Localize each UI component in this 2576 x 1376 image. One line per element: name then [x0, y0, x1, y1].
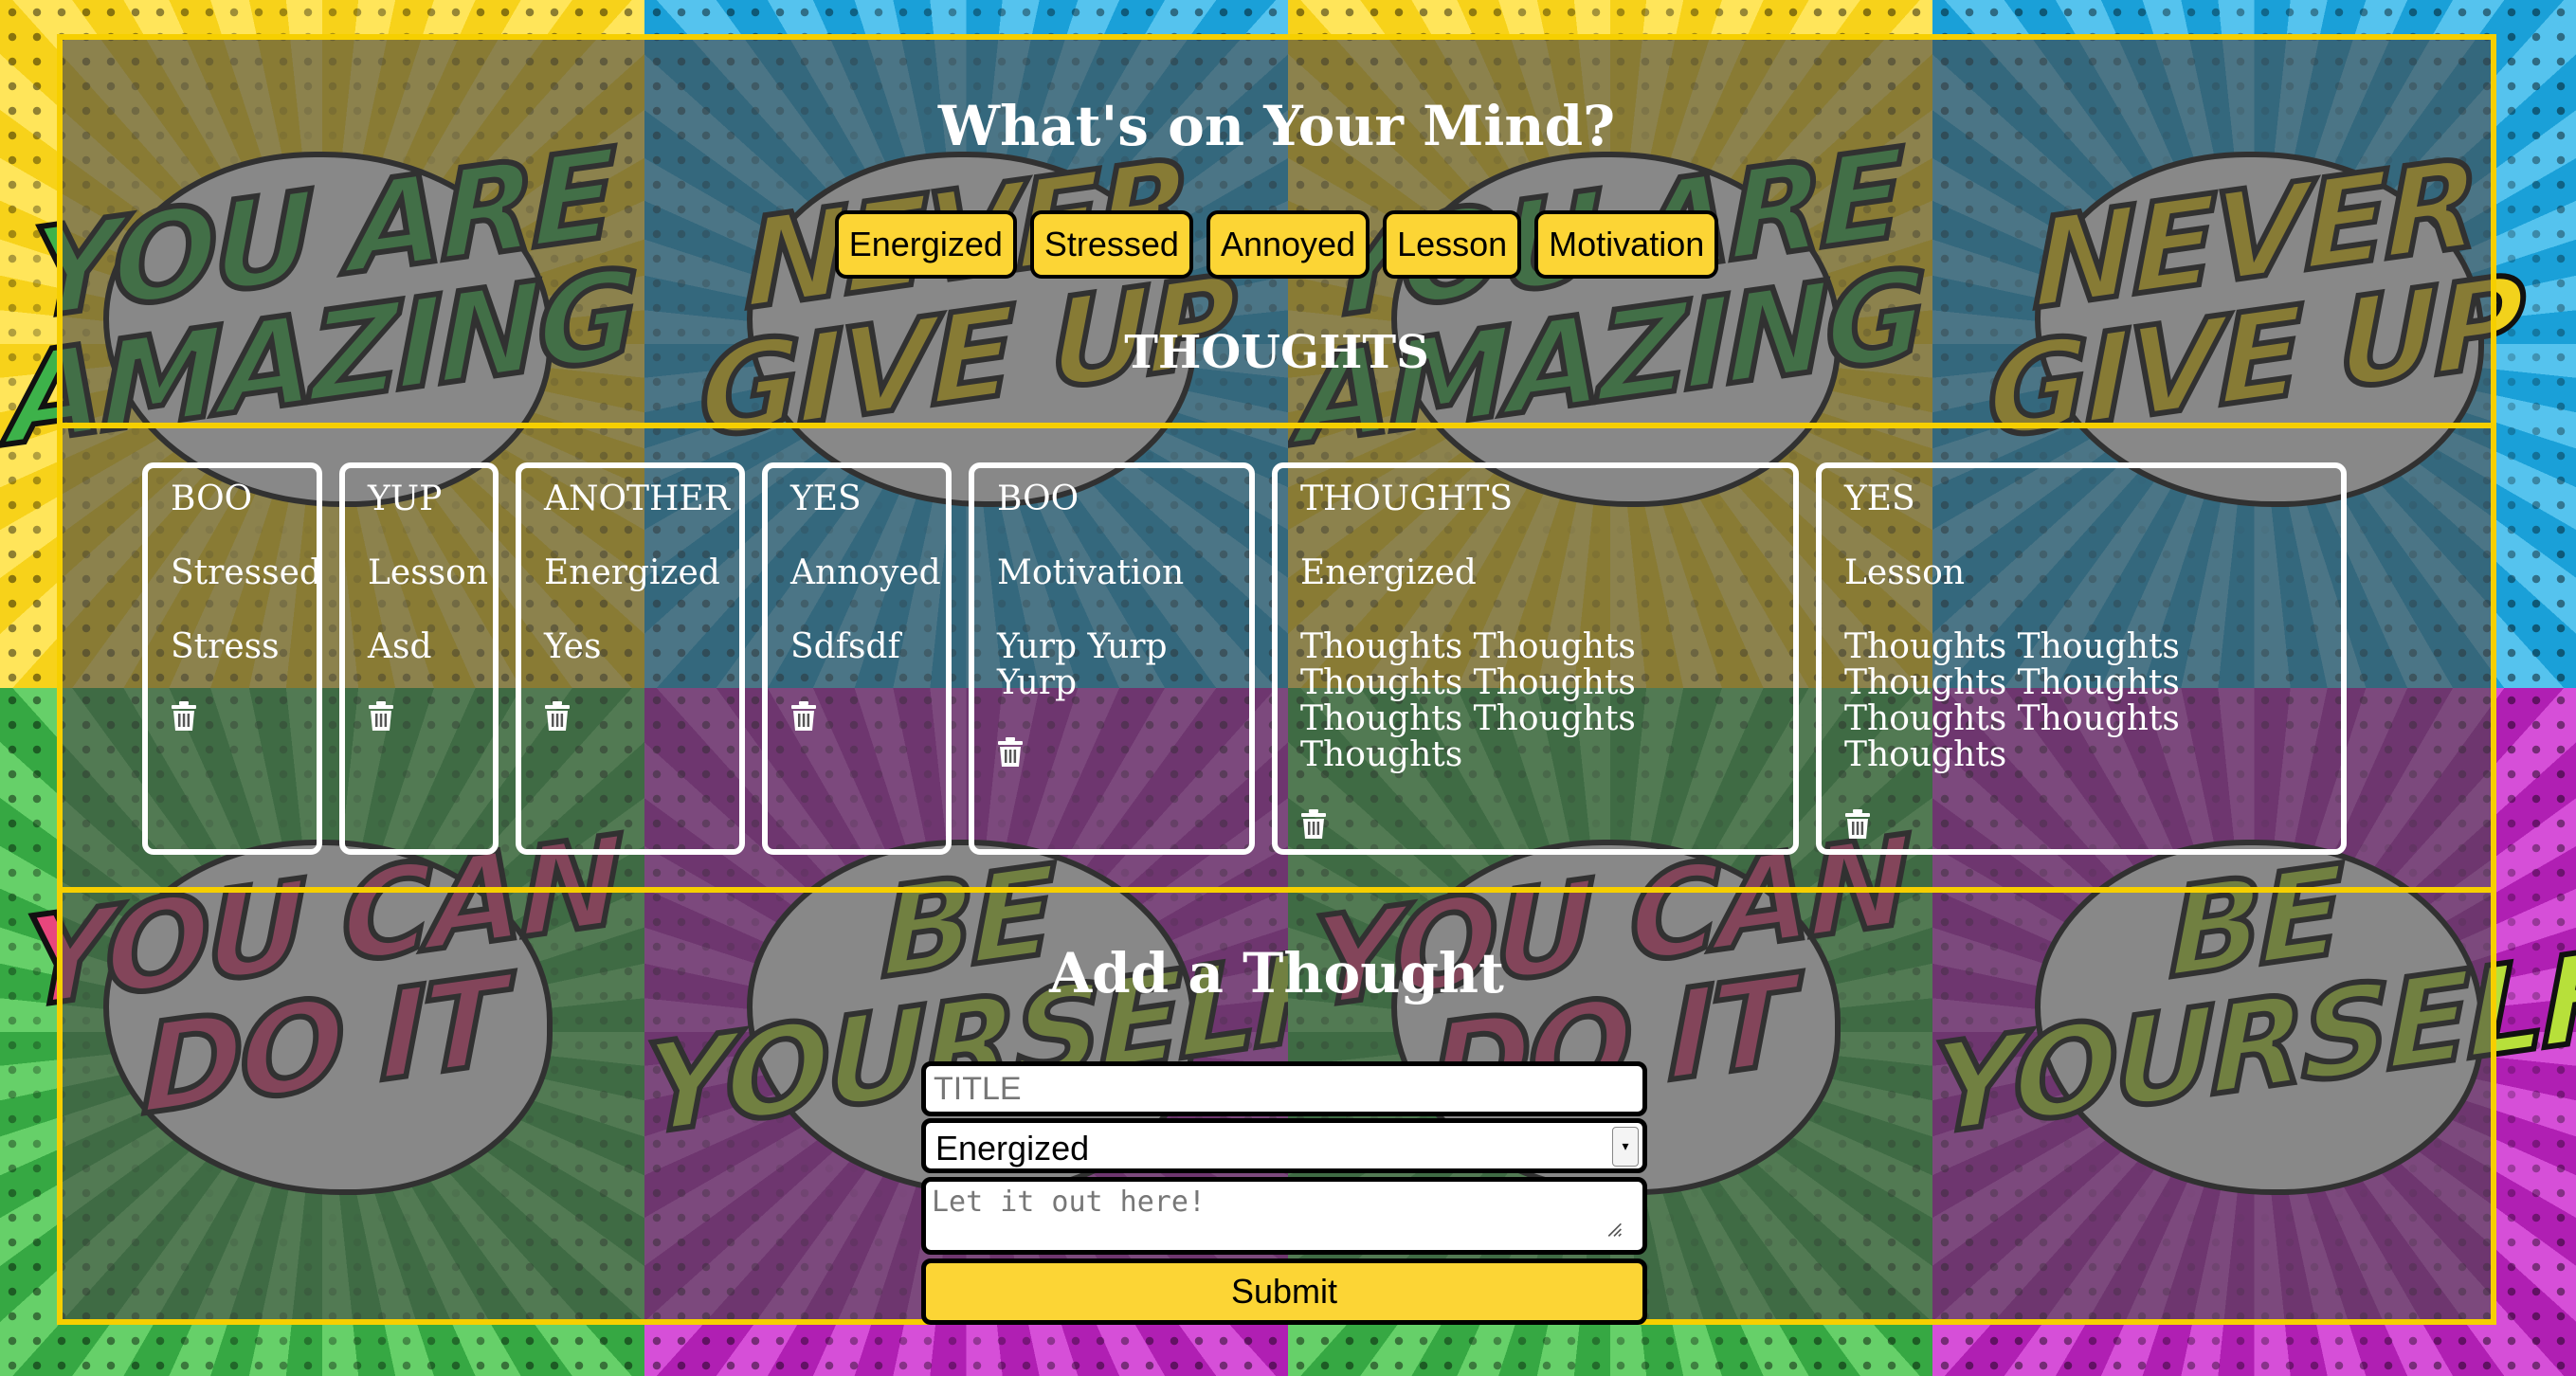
card-title: THOUGHTS — [1300, 480, 1514, 518]
card-body: Yurp Yurp Yurp — [997, 627, 1168, 702]
mood-button-energized[interactable]: Energized — [834, 210, 1017, 279]
card-mood: Annoyed — [790, 553, 941, 592]
card-mood: Lesson — [1844, 553, 1966, 592]
add-thought-form: Energized ▾ Submit — [921, 1061, 1647, 1325]
submit-button[interactable]: Submit — [921, 1258, 1647, 1325]
add-thought-heading: Add a Thought — [1049, 941, 1504, 1005]
thought-card: BOO Stressed Stress — [142, 462, 322, 855]
card-mood: Energized — [544, 553, 720, 592]
thought-card: YUP Lesson Asd — [339, 462, 499, 855]
resize-handle-icon[interactable] — [1605, 1221, 1623, 1238]
mood-button-stressed[interactable]: Stressed — [1029, 210, 1193, 279]
card-mood: Energized — [1300, 553, 1477, 592]
trash-icon[interactable] — [790, 701, 817, 732]
mood-select-value: Energized — [935, 1129, 1090, 1168]
thought-card: BOO Motivation Yurp Yurp Yurp — [969, 462, 1255, 855]
card-body: Yes — [544, 627, 602, 666]
trash-icon[interactable] — [368, 701, 394, 732]
card-title: YUP — [368, 480, 443, 518]
card-body: Thoughts Thoughts Thoughts Thoughts Thou… — [1300, 627, 1636, 774]
thought-card: YES Lesson Thoughts Thoughts Thoughts Thou… — [1816, 462, 2347, 855]
card-title: ANOTHER — [544, 480, 730, 518]
mood-button-annoyed[interactable]: Annoyed — [1206, 210, 1370, 279]
card-title: BOO — [171, 480, 253, 518]
thought-card: THOUGHTS Energized Thoughts Thoughts Thoug… — [1272, 462, 1799, 855]
thought-body-textarea[interactable] — [921, 1177, 1647, 1255]
trash-icon[interactable] — [544, 701, 571, 732]
mood-select[interactable]: Energized ▾ — [921, 1118, 1647, 1173]
thought-card: ANOTHER Energized Yes — [516, 462, 745, 855]
title-input[interactable] — [921, 1061, 1647, 1116]
mood-button-lesson[interactable]: Lesson — [1383, 210, 1522, 279]
page-title: What's on Your Mind? — [937, 94, 1616, 158]
header-panel: What's on Your Mind? Energized Stressed An… — [57, 34, 2496, 428]
mood-button-motivation[interactable]: Motivation — [1534, 210, 1719, 279]
card-title: BOO — [997, 480, 1079, 518]
mood-filter-bar: Energized Stressed Annoyed Lesson Motivation — [63, 210, 2491, 279]
thought-card: YES Annoyed Sdfsdf — [762, 462, 952, 855]
add-thought-panel: Add a Thought Energized ▾ Submit — [57, 887, 2496, 1325]
trash-icon[interactable] — [1300, 809, 1327, 840]
card-title: YES — [790, 480, 862, 518]
chevron-down-icon[interactable]: ▾ — [1612, 1127, 1639, 1167]
thought-cards: BOO Stressed Stress YUP Lesson Asd ANOTHER Ener… — [142, 462, 2347, 855]
card-body: Asd — [368, 627, 432, 666]
card-mood: Motivation — [997, 553, 1185, 592]
thoughts-panel: BOO Stressed Stress YUP Lesson Asd ANOTHER Ener… — [57, 423, 2496, 893]
card-mood: Lesson — [368, 553, 489, 592]
trash-icon[interactable] — [1844, 809, 1871, 840]
card-mood: Stressed — [171, 553, 321, 592]
card-title: YES — [1844, 480, 1915, 518]
card-body: Stress — [171, 627, 280, 666]
card-body: Sdfsdf — [790, 627, 900, 666]
card-body: Thoughts Thoughts Thoughts Thoughts Thou… — [1844, 627, 2180, 774]
thoughts-heading: THOUGHTS — [1124, 326, 1429, 379]
trash-icon[interactable] — [997, 737, 1024, 768]
trash-icon[interactable] — [171, 701, 197, 732]
